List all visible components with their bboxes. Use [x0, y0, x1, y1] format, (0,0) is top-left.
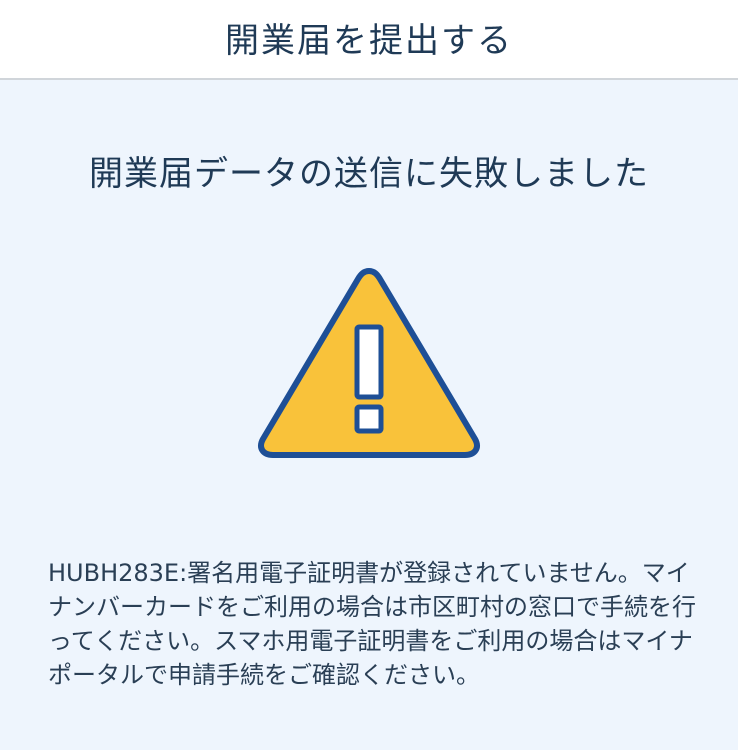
error-message: HUBH283E:署名用電子証明書が登録されていません。マイナンバーカードをご利…	[48, 559, 696, 689]
error-title: 開業届データの送信に失敗しました	[89, 154, 649, 194]
warning-icon	[258, 268, 480, 458]
page-title: 開業届を提出する	[225, 20, 513, 61]
error-screen: 開業届データの送信に失敗しました HUBH283E:署名用電子証明書が登録されて…	[0, 80, 738, 750]
app-header: 開業届を提出する	[0, 0, 738, 80]
